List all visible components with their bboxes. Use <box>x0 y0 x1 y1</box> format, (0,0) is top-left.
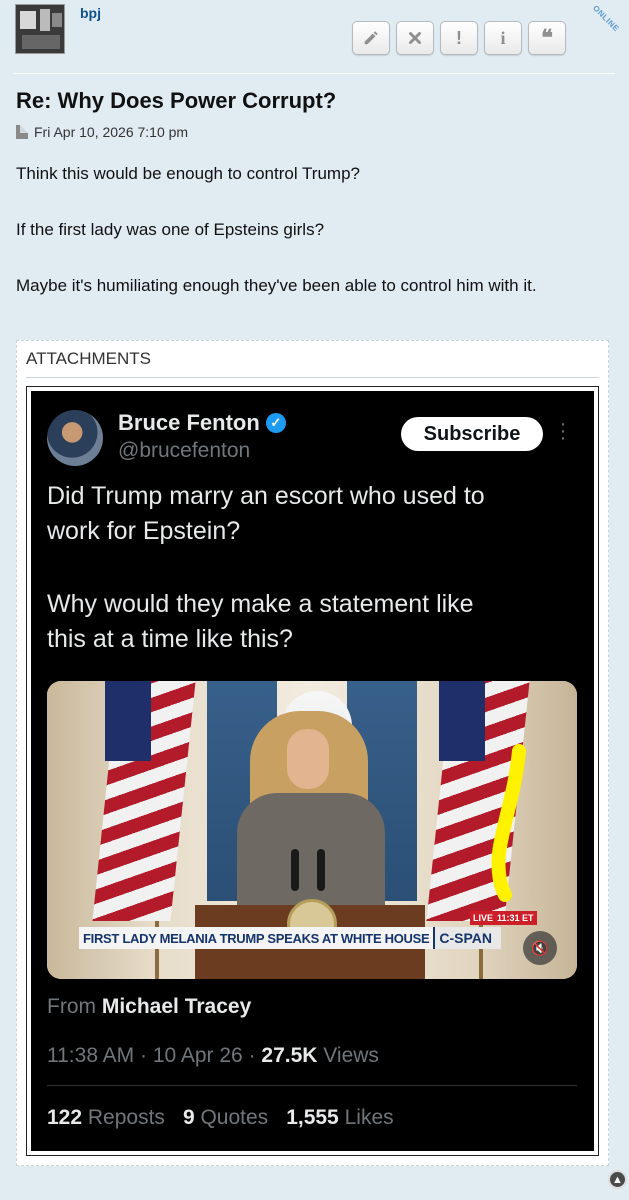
more-options-icon: · · · <box>559 413 567 449</box>
scroll-to-top-icon[interactable]: ▲ <box>608 1170 627 1189</box>
username-link[interactable]: bpj <box>80 5 101 21</box>
online-badge: ONLINE <box>591 3 621 34</box>
tweet-source: From Michael Tracey <box>47 995 252 1018</box>
mute-icon: 🔇 <box>523 931 557 965</box>
tweet-author: Bruce Fenton ✓ <box>118 410 286 436</box>
attachments-box: ATTACHMENTS Bruce Fenton ✓ @brucefenton … <box>16 340 609 1166</box>
network-logo: C-SPAN <box>433 927 502 949</box>
tweet-screenshot: Bruce Fenton ✓ @brucefenton Subscribe · ·… <box>31 391 594 1151</box>
reposts-stat: 122 Reposts <box>47 1106 165 1129</box>
flag-left <box>92 681 196 921</box>
tweet-text-line: work for Epstein? <box>47 517 241 545</box>
edit-button[interactable] <box>352 21 390 55</box>
attachment-image[interactable]: Bruce Fenton ✓ @brucefenton Subscribe · ·… <box>26 386 599 1156</box>
edit-icon <box>364 31 378 45</box>
forum-post: bpj ONLINE ! i ❝ Re: Why Does Power Corr… <box>0 0 629 1200</box>
info-icon: i <box>500 27 506 48</box>
report-icon: ! <box>456 27 462 48</box>
post-date: Fri Apr 10, 2026 7:10 pm <box>34 124 189 140</box>
subscribe-button: Subscribe <box>401 417 543 451</box>
tweet-text-line: Why would they make a statement like <box>47 590 474 618</box>
news-chyron: FIRST LADY MELANIA TRUMP SPEAKS AT WHITE… <box>79 927 502 949</box>
post-paragraph: If the first lady was one of Epsteins gi… <box>16 220 325 239</box>
verified-badge-icon: ✓ <box>265 413 286 433</box>
delete-button[interactable] <box>396 21 434 55</box>
quote-button[interactable]: ❝ <box>528 21 566 55</box>
tweet-video: LIVE 11:31 ET FIRST LADY MELANIA TRUMP S… <box>47 681 577 979</box>
attachments-label: ATTACHMENTS <box>26 349 151 368</box>
quote-icon: ❝ <box>541 25 553 50</box>
chyron-text: FIRST LADY MELANIA TRUMP SPEAKS AT WHITE… <box>79 927 434 949</box>
yellow-highlight-mark <box>491 744 526 902</box>
post-paragraph: Maybe it's humiliating enough they've be… <box>16 276 537 295</box>
live-tag: LIVE 11:31 ET <box>470 911 537 925</box>
info-button[interactable]: i <box>484 21 522 55</box>
post-paragraph: Think this would be enough to control Tr… <box>16 164 360 183</box>
tweet-text-line: this at a time like this? <box>47 625 293 653</box>
post-title[interactable]: Re: Why Does Power Corrupt? <box>16 88 336 114</box>
tweet-divider <box>47 1085 577 1086</box>
tweet-handle: @brucefenton <box>118 439 251 462</box>
tweet-author-name: Bruce Fenton <box>118 410 260 435</box>
post-icon[interactable] <box>16 125 28 139</box>
tweet-stats: 122 Reposts 9 Quotes 1,555 Likes <box>47 1106 394 1130</box>
tweet-avatar <box>47 410 103 466</box>
quotes-stat: 9 Quotes <box>182 1106 269 1129</box>
tweet-text-line: Did Trump marry an escort who used to <box>47 482 485 510</box>
tweet-timestamp: 11:38 AM · 10 Apr 26 · 27.5K Views <box>47 1044 379 1067</box>
report-button[interactable]: ! <box>440 21 478 55</box>
attachments-divider <box>26 377 599 378</box>
likes-stat: 1,555 Likes <box>286 1106 394 1129</box>
avatar[interactable] <box>15 4 65 54</box>
header-divider <box>14 73 615 74</box>
delete-icon <box>409 32 421 44</box>
post-meta: Fri Apr 10, 2026 7:10 pm <box>16 124 188 140</box>
post-actions: ! i ❝ <box>352 21 566 55</box>
